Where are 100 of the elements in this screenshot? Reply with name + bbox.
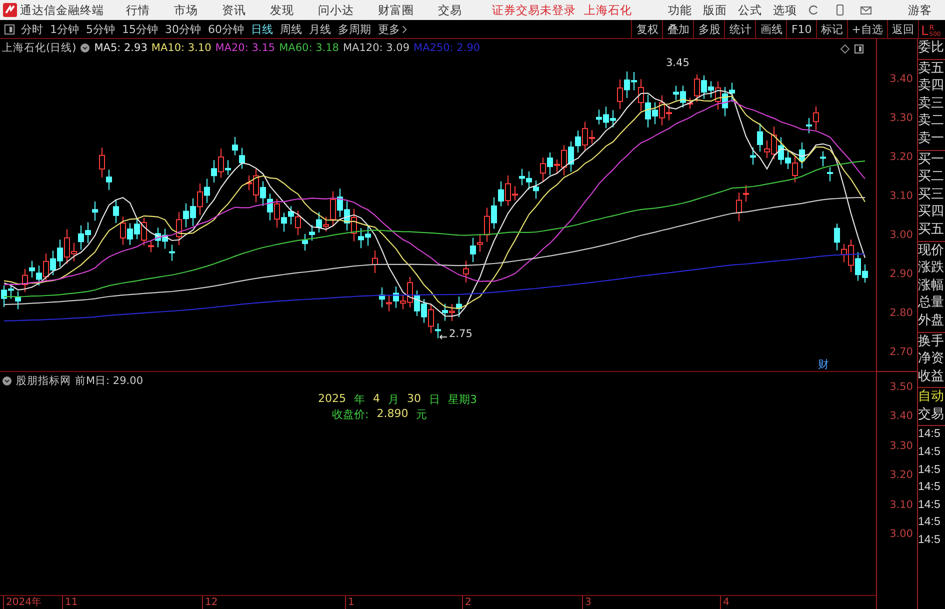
menu-item[interactable]: 选项 xyxy=(773,2,797,18)
period-tab[interactable]: 1分钟 xyxy=(50,22,79,36)
date-text: 年 xyxy=(354,392,365,407)
quote-label: 买一 xyxy=(918,150,945,168)
x-axis-label: 4 xyxy=(720,596,730,609)
low-price-label: 2.75 xyxy=(449,328,472,340)
quote-label: 买四 xyxy=(918,203,945,221)
indicator-title: 股朋指标网 xyxy=(16,374,71,388)
quote-label: 买五 xyxy=(918,220,945,239)
x-axis-label: 1 xyxy=(345,596,354,609)
diamond-icon[interactable] xyxy=(840,44,850,54)
date-text: 30 xyxy=(407,392,421,407)
x-axis-label: 3 xyxy=(582,596,592,609)
quote-label: 现价 xyxy=(918,242,945,260)
quote-label: 14:5 xyxy=(918,445,942,460)
quote-label: 卖二 xyxy=(918,112,945,130)
quote-label: 14:5 xyxy=(918,427,942,442)
period-tab[interactable]: 15分钟 xyxy=(122,22,158,36)
quote-label: 14:5 xyxy=(918,462,942,478)
status-text: 证券交易未登录 xyxy=(492,2,576,18)
quote-label: 卖一 xyxy=(918,130,945,148)
period-tab[interactable]: 月线 xyxy=(309,22,331,36)
ma-legend-label: MA10: 3.10 xyxy=(151,42,212,54)
app-logo-icon xyxy=(3,3,17,17)
quote-label: 外盘 xyxy=(918,312,945,330)
period-tab[interactable]: 30分钟 xyxy=(165,22,201,36)
y-axis-label: 3.00 xyxy=(890,528,913,540)
menu-item[interactable]: 公式 xyxy=(738,2,762,18)
x-axis-label: 11 xyxy=(62,596,78,609)
ma-legend-label: MA250: 2.90 xyxy=(414,42,480,54)
settings-icon[interactable] xyxy=(2,376,12,386)
x-axis-label: 2 xyxy=(462,596,472,609)
period-tab[interactable]: 60分钟 xyxy=(208,22,244,36)
finance-marker[interactable]: 财 xyxy=(818,357,829,372)
quote-label: 涨跌 xyxy=(918,259,945,277)
y-axis-label: 2.90 xyxy=(890,268,913,280)
quote-label: 14:5 xyxy=(918,533,942,548)
quote-label: 14:5 xyxy=(918,515,942,530)
quote-label: 换手 xyxy=(918,332,945,350)
ma-legend-label: MA20: 3.15 xyxy=(215,42,276,54)
ma-legend-label: MA5: 2.93 xyxy=(94,42,148,54)
menu-item[interactable]: 交易 xyxy=(438,2,462,18)
period-tab[interactable]: 周线 xyxy=(280,22,302,36)
y-axis-label: 3.30 xyxy=(890,440,913,452)
menu-item[interactable]: 财富圈 xyxy=(378,2,414,18)
period-tab[interactable]: 分时 xyxy=(21,22,43,36)
y-axis-label: 3.10 xyxy=(890,190,913,202)
date-text: 月 xyxy=(388,392,399,407)
date-text: 4 xyxy=(373,392,380,407)
ma-legend-label: MA60: 3.18 xyxy=(279,42,339,54)
y-axis-label: 2.70 xyxy=(890,346,913,358)
chart-title: 上海石化(日线) xyxy=(2,41,76,55)
period-tab[interactable]: 5分钟 xyxy=(86,22,115,36)
quote-label: 买二 xyxy=(918,168,945,186)
quote-label: 自动 xyxy=(918,388,945,406)
status-text: 上海石化 xyxy=(584,2,632,18)
y-axis-label: 3.40 xyxy=(890,73,913,85)
y-axis-label: 3.20 xyxy=(890,469,913,482)
quote-label: 委比 xyxy=(918,39,945,57)
user-name[interactable]: 游客 xyxy=(908,2,932,18)
date-text: 星期3 xyxy=(448,392,477,407)
quote-label: 14:5 xyxy=(918,498,942,513)
menu-item[interactable]: 市场 xyxy=(174,2,198,18)
panel-toggle-icon[interactable] xyxy=(854,44,864,54)
app-name: 通达信金融终端 xyxy=(20,2,104,18)
close-price-text: 收盘价: xyxy=(332,407,369,422)
settings-icon[interactable] xyxy=(80,43,90,53)
quote-label: 收益 xyxy=(918,368,945,386)
phone-icon[interactable] xyxy=(834,4,846,16)
quote-label: 卖四 xyxy=(918,77,945,95)
menu-item[interactable]: 版面 xyxy=(703,2,727,18)
y-axis-label: 3.50 xyxy=(890,381,913,393)
x-axis-label: 2024年 xyxy=(3,596,42,609)
menu-item[interactable]: 发现 xyxy=(270,2,294,18)
period-tab[interactable]: 日线 xyxy=(251,22,273,36)
x-axis-label: 12 xyxy=(202,596,218,609)
high-price-label: 3.45 xyxy=(666,57,690,69)
ma-legend-label: MA120: 3.09 xyxy=(342,42,410,54)
y-axis-label: 3.10 xyxy=(890,498,913,511)
quote-label: 涨幅 xyxy=(918,276,945,294)
mail-icon[interactable] xyxy=(860,4,872,16)
refresh-icon[interactable] xyxy=(808,4,820,16)
period-tab[interactable]: 多周期 xyxy=(338,22,371,36)
close-price-text: 元 xyxy=(416,407,428,422)
date-text: 2025 xyxy=(318,392,346,407)
more-tab[interactable]: 更多 xyxy=(378,22,407,36)
quote-label: 净资 xyxy=(918,350,945,368)
quote-label: 总量 xyxy=(918,294,945,312)
panel-toggle-icon[interactable] xyxy=(4,24,15,34)
quote-label: 卖五 xyxy=(918,60,945,78)
menu-item[interactable]: 问小达 xyxy=(318,2,354,18)
chevron-icon xyxy=(402,24,407,34)
menu-item[interactable]: 功能 xyxy=(668,2,692,18)
quote-label: 卖三 xyxy=(918,94,945,112)
quote-label: 买三 xyxy=(918,186,945,204)
y-axis-label: 3.00 xyxy=(890,229,913,241)
left-arrow-icon xyxy=(439,334,447,340)
level-l-label: L xyxy=(921,25,928,38)
menu-item[interactable]: 资讯 xyxy=(222,2,246,18)
menu-item[interactable]: 行情 xyxy=(126,2,150,18)
